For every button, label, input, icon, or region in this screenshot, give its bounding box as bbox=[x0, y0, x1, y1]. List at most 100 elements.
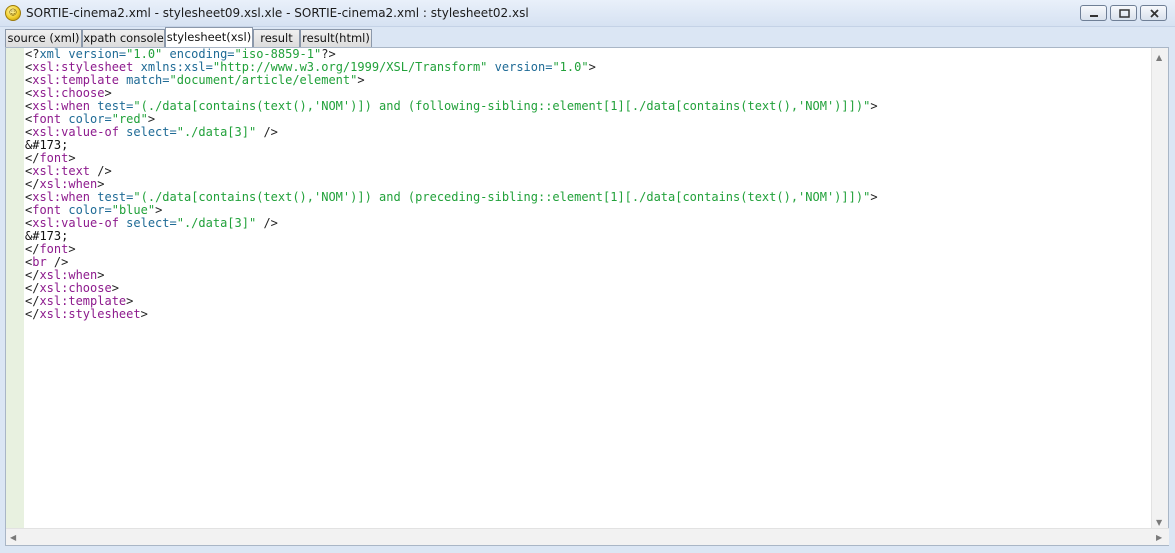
code-token: /> bbox=[46, 255, 69, 269]
code-token: > bbox=[126, 294, 134, 308]
code-token: </ bbox=[25, 294, 40, 308]
code-line[interactable]: </xsl:stylesheet> bbox=[25, 308, 1161, 321]
code-token: > bbox=[588, 60, 596, 74]
code-token: > bbox=[97, 177, 105, 191]
tab-xpath-console[interactable]: xpath console bbox=[82, 29, 165, 47]
code-line[interactable]: </xsl:template> bbox=[25, 295, 1161, 308]
code-token: > bbox=[68, 151, 76, 165]
code-token: > bbox=[97, 268, 105, 282]
code-line[interactable]: </font> bbox=[25, 243, 1161, 256]
code-line[interactable]: <br /> bbox=[25, 256, 1161, 269]
maximize-button[interactable] bbox=[1110, 5, 1137, 21]
code-line[interactable]: <xsl:when test="(./data[contains(text(),… bbox=[25, 191, 1161, 204]
code-token: /> bbox=[90, 164, 112, 178]
code-token: > bbox=[147, 112, 156, 126]
code-line[interactable]: <xsl:when test="(./data[contains(text(),… bbox=[25, 100, 1161, 113]
tab-stylesheet-xsl[interactable]: stylesheet(xsl) bbox=[165, 27, 253, 47]
code-token: test= bbox=[90, 99, 134, 113]
code-token: "red" bbox=[111, 112, 148, 126]
code-token: xsl:when bbox=[32, 190, 91, 204]
code-token: xmlns:xsl= bbox=[133, 60, 213, 74]
tab-result-html[interactable]: result(html) bbox=[300, 29, 372, 47]
code-token: select= bbox=[118, 125, 177, 139]
code-token: select= bbox=[118, 216, 177, 230]
code-token: > bbox=[870, 190, 878, 204]
code-token: br bbox=[32, 255, 47, 269]
code-token: </ bbox=[25, 151, 40, 165]
scroll-down-icon[interactable]: ▼ bbox=[1156, 518, 1162, 527]
scroll-up-icon[interactable]: ▲ bbox=[1156, 53, 1162, 62]
code-line[interactable]: <xsl:template match="document/article/el… bbox=[25, 74, 1161, 87]
code-token: </ bbox=[25, 268, 40, 282]
code-token: "1.0" bbox=[552, 60, 589, 74]
close-icon bbox=[1150, 9, 1159, 18]
code-token: xsl:text bbox=[32, 164, 91, 178]
code-token: "(./data[contains(text(),'NOM')]) and (f… bbox=[133, 99, 871, 113]
minimize-icon bbox=[1090, 15, 1098, 17]
code-token: &#173; bbox=[25, 229, 69, 243]
code-token: > bbox=[155, 203, 163, 217]
code-token: xsl:stylesheet bbox=[39, 307, 141, 321]
window-title: SORTIE-cinema2.xml - stylesheet09.xsl.xl… bbox=[26, 6, 529, 20]
code-token: > bbox=[111, 281, 119, 295]
code-token: "blue" bbox=[111, 203, 156, 217]
code-line[interactable]: </xsl:choose> bbox=[25, 282, 1161, 295]
code-token: /> bbox=[256, 216, 278, 230]
code-token: color= bbox=[61, 203, 112, 217]
scroll-left-icon[interactable]: ◀ bbox=[10, 533, 16, 542]
code-token: xsl:template bbox=[32, 73, 119, 87]
tab-source-xml[interactable]: source (xml) bbox=[5, 29, 82, 47]
code-token: "http://www.w3.org/1999/XSL/Transform" bbox=[212, 60, 488, 74]
code-token: > bbox=[357, 73, 365, 87]
code-token: xsl:value-of bbox=[32, 216, 119, 230]
vertical-scrollbar[interactable]: ▲ ▼ bbox=[1151, 48, 1168, 529]
code-line[interactable]: <xsl:value-of select="./data[3]" /> bbox=[25, 126, 1161, 139]
code-token: xsl:template bbox=[39, 294, 127, 308]
close-button[interactable] bbox=[1140, 5, 1167, 21]
code-token: font bbox=[32, 203, 62, 217]
code-token: xsl:choose bbox=[32, 86, 105, 100]
app-icon[interactable]: ☺ bbox=[5, 5, 21, 21]
code-token: font bbox=[39, 151, 69, 165]
code-token: xsl:stylesheet bbox=[32, 60, 134, 74]
code-token: font bbox=[39, 242, 69, 256]
code-token: > bbox=[104, 86, 112, 100]
tab-bar: source (xml) xpath console stylesheet(xs… bbox=[0, 27, 1175, 47]
code-editor[interactable]: <?xml version="1.0" encoding="iso-8859-1… bbox=[5, 47, 1169, 546]
horizontal-scrollbar[interactable]: ◀ ▶ bbox=[6, 528, 1169, 545]
code-token: color= bbox=[61, 112, 112, 126]
code-token: xsl:when bbox=[32, 99, 91, 113]
code-line[interactable]: <xsl:text /> bbox=[25, 165, 1161, 178]
code-token: match= bbox=[118, 73, 170, 87]
code-token: > bbox=[68, 242, 76, 256]
code-token: </ bbox=[25, 307, 40, 321]
code-token: > bbox=[140, 307, 148, 321]
code-token: xsl:when bbox=[39, 177, 98, 191]
code-token: </ bbox=[25, 177, 40, 191]
code-line[interactable]: &#173; bbox=[25, 139, 1161, 152]
code-token: </ bbox=[25, 281, 40, 295]
code-token: version= bbox=[487, 60, 553, 74]
code-token: "./data[3]" bbox=[176, 216, 257, 230]
minimize-button[interactable] bbox=[1080, 5, 1107, 21]
code-line[interactable]: <xsl:value-of select="./data[3]" /> bbox=[25, 217, 1161, 230]
code-token: /> bbox=[256, 125, 278, 139]
code-token: xsl:choose bbox=[39, 281, 112, 295]
code-line[interactable]: </font> bbox=[25, 152, 1161, 165]
maximize-icon bbox=[1119, 9, 1130, 18]
code-line[interactable]: </xsl:when> bbox=[25, 269, 1161, 282]
title-bar: ☺ SORTIE-cinema2.xml - stylesheet09.xsl.… bbox=[0, 0, 1175, 27]
code-token: > bbox=[870, 99, 878, 113]
tab-result[interactable]: result bbox=[253, 29, 300, 47]
code-area[interactable]: <?xml version="1.0" encoding="iso-8859-1… bbox=[25, 48, 1161, 528]
code-token: xsl:when bbox=[39, 268, 98, 282]
code-token: xsl:value-of bbox=[32, 125, 119, 139]
code-token: "document/article/element" bbox=[169, 73, 358, 87]
scroll-right-icon[interactable]: ▶ bbox=[1156, 533, 1162, 542]
code-token: "(./data[contains(text(),'NOM')]) and (p… bbox=[133, 190, 871, 204]
code-line[interactable]: &#173; bbox=[25, 230, 1161, 243]
code-token: &#173; bbox=[25, 138, 69, 152]
code-token: </ bbox=[25, 242, 40, 256]
editor-gutter bbox=[6, 48, 24, 529]
code-token: font bbox=[32, 112, 62, 126]
